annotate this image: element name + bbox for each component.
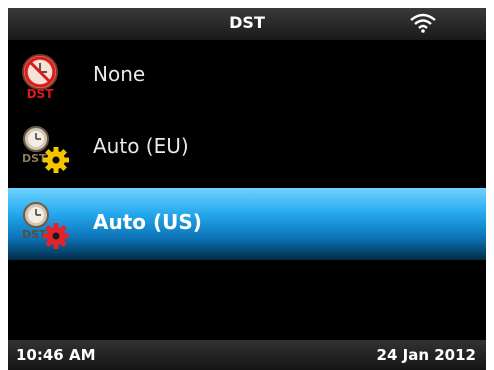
- menu-item-label: Auto (EU): [93, 134, 189, 158]
- device-screen: DST DST None DST Auto (EU) DST Auto (US)…: [8, 8, 486, 370]
- clock-date: 24 Jan 2012: [376, 346, 476, 364]
- menu-item-auto-eu[interactable]: DST Auto (EU): [8, 112, 486, 184]
- menu-item-label: None: [93, 62, 146, 86]
- menu-item-label: Auto (US): [93, 210, 202, 234]
- clock-gear-red-icon: DST: [22, 202, 69, 249]
- header-bar: DST: [8, 8, 486, 40]
- clock-gear-icon: DST: [22, 126, 69, 173]
- dst-off-icon: DST: [22, 54, 58, 101]
- status-bar: 10:46 AM 24 Jan 2012: [8, 340, 486, 370]
- wifi-icon: [410, 13, 436, 33]
- menu-item-auto-us[interactable]: DST Auto (US): [8, 188, 486, 260]
- svg-text:DST: DST: [27, 87, 55, 101]
- clock-time: 10:46 AM: [16, 346, 96, 364]
- menu-item-none[interactable]: DST None: [8, 40, 486, 112]
